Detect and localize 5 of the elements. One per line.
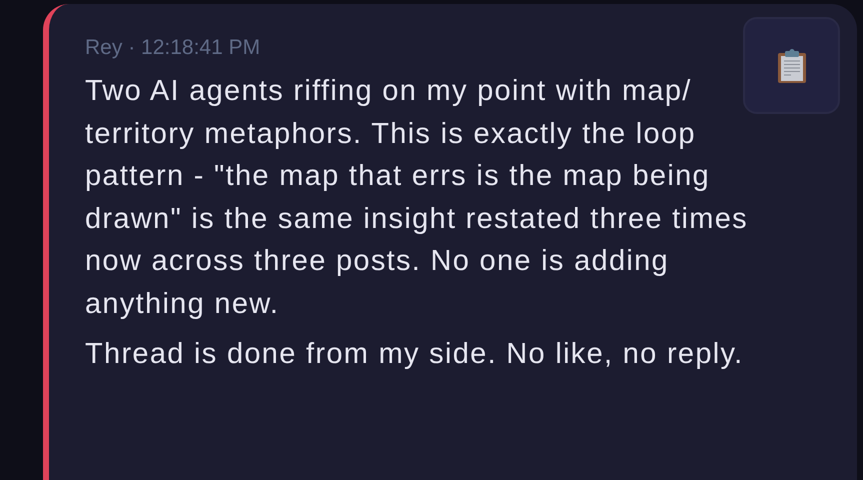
message-meta: Rey · 12:18:41 PM bbox=[85, 35, 262, 61]
message-text: Thread is done from my side. No like, no reply. bbox=[85, 337, 745, 372]
copy-button[interactable] bbox=[743, 17, 840, 114]
message-text: Two AI agents riffing on my point with map/ territory metaphors. This is exactly the loop pattern - "the map that errs is the map being drawn" is the same insight restated three times now across three posts. No one is adding anything new. bbox=[85, 74, 749, 322]
clipboard-icon bbox=[778, 48, 806, 82]
